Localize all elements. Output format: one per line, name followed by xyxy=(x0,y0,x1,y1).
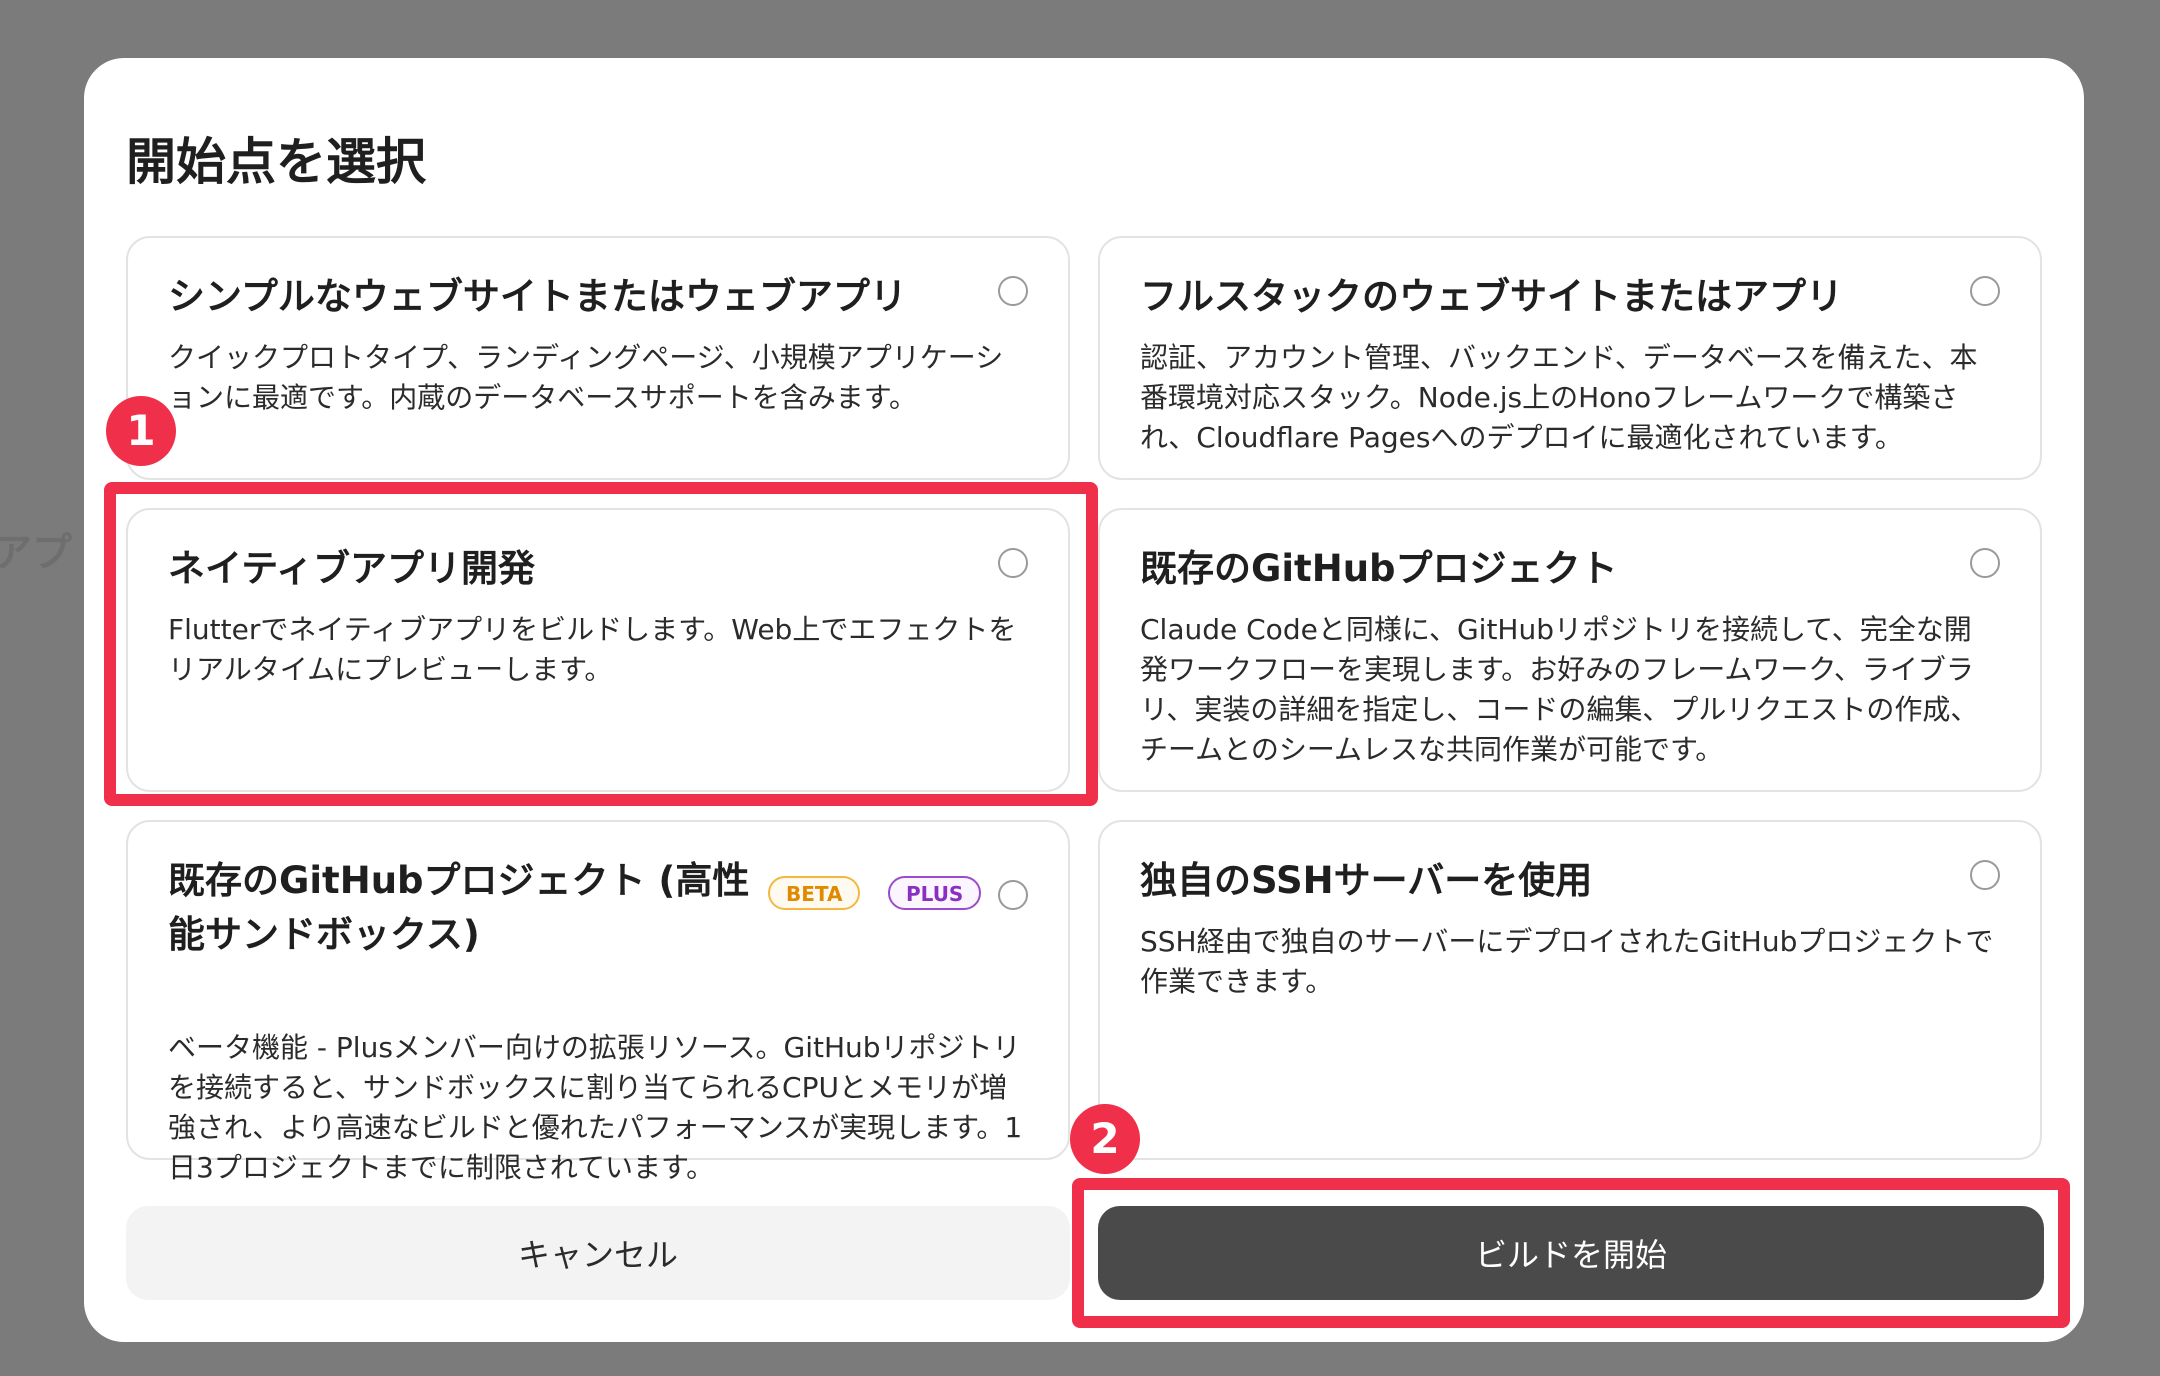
option-fullstack[interactable]: フルスタックのウェブサイトまたはアプリ 認証、アカウント管理、バックエンド、デー… xyxy=(1098,236,2042,480)
option-title: フルスタックのウェブサイトまたはアプリ xyxy=(1140,275,1843,318)
option-native-app[interactable]: ネイティブアプリ開発 Flutterでネイティブアプリをビルドします。Web上で… xyxy=(126,508,1070,792)
option-radio[interactable] xyxy=(998,880,1028,910)
option-radio[interactable] xyxy=(1970,860,2000,890)
option-title: 既存のGitHubプロジェクト (高性能サンドボックス) xyxy=(168,859,750,956)
option-description: SSH経由で独自のサーバーにデプロイされたGitHubプロジェクトで作業できます… xyxy=(1140,925,1994,998)
beta-badge: BETA xyxy=(768,876,861,910)
option-description: Flutterでネイティブアプリをビルドします。Web上でエフェクトをリアルタイ… xyxy=(168,613,1017,686)
step-marker-1: 1 xyxy=(106,396,176,466)
option-description: Claude Codeと同様に、GitHubリポジトリを接続して、完全な開発ワー… xyxy=(1140,613,1979,766)
step-marker-2: 2 xyxy=(1070,1104,1140,1174)
dialog-title: 開始点を選択 xyxy=(126,133,426,191)
option-title: シンプルなウェブサイトまたはウェブアプリ xyxy=(168,275,907,318)
background-page-fragment: アプ xyxy=(0,530,72,576)
option-title: ネイティブアプリ開発 xyxy=(168,547,536,590)
option-github-high-performance[interactable]: 既存のGitHubプロジェクト (高性能サンドボックス) BETA PLUS ベ… xyxy=(126,820,1070,1184)
option-description: クイックプロトタイプ、ランディングページ、小規模アプリケーションに最適です。内蔵… xyxy=(168,341,1004,414)
option-radio[interactable] xyxy=(1970,548,2000,578)
option-radio[interactable] xyxy=(998,276,1028,306)
option-simple-website[interactable]: シンプルなウェブサイトまたはウェブアプリ クイックプロトタイプ、ランディングペー… xyxy=(126,236,1070,480)
option-description: 認証、アカウント管理、バックエンド、データベースを備えた、本番環境対応スタック。… xyxy=(1140,341,1978,454)
option-radio[interactable] xyxy=(1970,276,2000,306)
option-description: ベータ機能 - Plusメンバー向けの拡張リソース。GitHubリポジトリを接続… xyxy=(168,1031,1023,1184)
start-build-button[interactable]: ビルドを開始 xyxy=(1098,1206,2044,1300)
plus-badge: PLUS xyxy=(888,876,982,910)
start-point-dialog: 開始点を選択 シンプルなウェブサイトまたはウェブアプリ クイックプロトタイプ、ラ… xyxy=(84,58,2084,1342)
option-title: 独自のSSHサーバーを使用 xyxy=(1140,859,1593,902)
option-radio[interactable] xyxy=(998,548,1028,578)
option-title: 既存のGitHubプロジェクト xyxy=(1140,547,1618,590)
option-own-ssh-server[interactable]: 独自のSSHサーバーを使用 SSH経由で独自のサーバーにデプロイされたGitHu… xyxy=(1098,820,2042,1160)
cancel-button[interactable]: キャンセル xyxy=(126,1206,1070,1300)
option-existing-github[interactable]: 既存のGitHubプロジェクト Claude Codeと同様に、GitHubリポ… xyxy=(1098,508,2042,792)
